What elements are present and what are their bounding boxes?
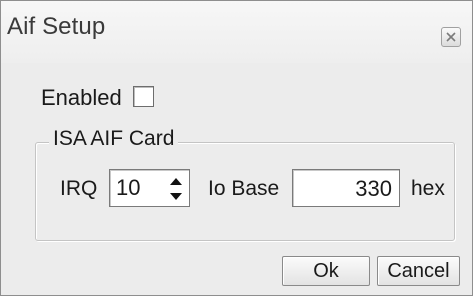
group-title: ISA AIF Card bbox=[49, 127, 179, 151]
io-base-input[interactable]: 330 bbox=[292, 169, 400, 207]
irq-label: IRQ bbox=[60, 177, 98, 200]
cancel-button[interactable]: Cancel bbox=[377, 256, 460, 286]
irq-spinbox[interactable]: 10 bbox=[109, 169, 190, 207]
window-title: Aif Setup bbox=[7, 13, 106, 40]
hex-label: hex bbox=[411, 177, 445, 200]
title-bar[interactable]: Aif Setup bbox=[1, 1, 472, 63]
irq-value[interactable]: 10 bbox=[116, 175, 140, 201]
close-icon bbox=[445, 31, 457, 43]
aif-setup-dialog: Aif Setup Enabled ISA AIF Card IRQ 10 Io… bbox=[0, 0, 473, 296]
ok-button[interactable]: Ok bbox=[282, 256, 370, 286]
spin-down-button[interactable] bbox=[166, 188, 186, 203]
spin-buttons bbox=[166, 173, 186, 203]
dialog-body: Enabled ISA AIF Card IRQ 10 Io Base 330 … bbox=[1, 63, 472, 295]
enabled-checkbox[interactable] bbox=[133, 86, 154, 107]
triangle-down-icon bbox=[170, 187, 182, 205]
enabled-label: Enabled bbox=[41, 85, 122, 110]
io-base-label: Io Base bbox=[208, 177, 280, 200]
close-button[interactable] bbox=[441, 27, 461, 47]
